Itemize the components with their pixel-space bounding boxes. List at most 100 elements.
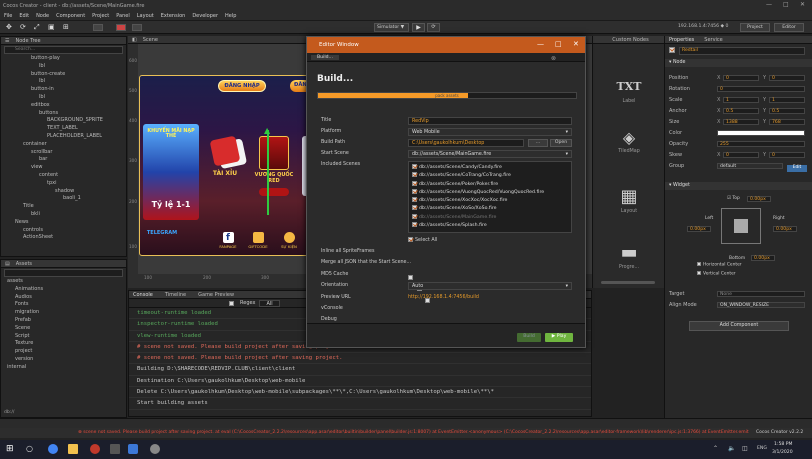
asset-item[interactable]: Script (1, 333, 126, 341)
center-toggle[interactable] (132, 24, 142, 31)
minimize-button[interactable]: — (766, 1, 772, 8)
scene-entry[interactable]: db://assets/Scene/MainGame.fire (412, 213, 568, 222)
fanpage-button[interactable]: f FANPAGE (218, 232, 238, 249)
menu-edit[interactable]: Edit (19, 13, 29, 19)
tree-node[interactable]: lbl (1, 63, 126, 71)
asset-item[interactable]: assets (1, 278, 126, 286)
menu-node[interactable]: Node (36, 13, 49, 19)
gizmo-arrow-icon[interactable]: ▲ (264, 126, 270, 135)
play-icon[interactable]: ▶ (412, 23, 425, 32)
tree-node[interactable]: shadow (1, 188, 126, 196)
assets-search-input[interactable] (4, 269, 123, 277)
play-button[interactable]: ▶ Play (545, 333, 573, 342)
level-select[interactable]: All (259, 299, 280, 307)
library-item-label[interactable]: TXT Label (599, 80, 659, 104)
scene-checkbox[interactable] (412, 222, 417, 228)
prop-field-y[interactable]: 768 (769, 119, 805, 125)
prop-field[interactable] (717, 130, 805, 136)
rect-tool-icon[interactable]: ▣ (48, 23, 55, 31)
node-search-input[interactable]: Search... (4, 46, 123, 54)
asset-item[interactable]: project (1, 348, 126, 356)
editor-button[interactable]: Editor (774, 23, 804, 32)
scene-checkbox[interactable] (412, 197, 417, 203)
menu-file[interactable]: File (4, 13, 12, 19)
prop-field-y[interactable]: 1 (769, 97, 805, 103)
scene-entry[interactable]: db://assets/Scene/VuongQuocRed/VuongQuoc… (412, 188, 568, 197)
search-icon[interactable]: ○ (26, 444, 33, 453)
tab-timeline[interactable]: Timeline (165, 292, 186, 298)
orientation-select[interactable]: Auto ▾ (408, 282, 572, 290)
prop-field-x[interactable]: 1 (723, 97, 759, 103)
prop-field-x[interactable]: 0 (723, 152, 759, 158)
file-explorer-icon[interactable] (68, 444, 78, 454)
tree-node[interactable]: lbl (1, 78, 126, 86)
widget-top-field[interactable]: 0.00px (747, 196, 771, 202)
widget-bottom-field[interactable]: 0.00px (751, 255, 775, 261)
align-mode-select[interactable]: ON_WINDOW_RESIZE (717, 302, 805, 308)
cocos-icon[interactable] (150, 444, 160, 454)
h-center-row[interactable]: Horizontal Center (697, 262, 742, 268)
menu-help[interactable]: Help (225, 13, 236, 19)
library-item-tiledmap[interactable]: ◈ TiledMap (599, 128, 659, 154)
scene-checkbox[interactable] (412, 213, 417, 219)
v-center-row[interactable]: Vertical Center (697, 271, 736, 277)
terminal-icon[interactable] (110, 444, 120, 454)
platform-select[interactable]: Web Mobile ▾ (408, 128, 572, 136)
scene-checkbox[interactable] (412, 205, 417, 211)
game-canvas[interactable]: ĐĂNG NHẬP ĐĂN KHUYẾN MÃI NẠP THẺ Tỷ lệ 1… (139, 75, 320, 256)
tree-node[interactable]: button-play (1, 55, 126, 63)
inline-checkbox[interactable] (408, 275, 413, 280)
scene-entry[interactable]: db://assets/Scene/XoSo/XoSo.fire (412, 205, 568, 213)
menu-project[interactable]: Project (92, 13, 109, 19)
asset-item[interactable]: Texture (1, 340, 126, 348)
menu-developer[interactable]: Developer (192, 13, 218, 19)
local-global-toggle[interactable] (93, 24, 103, 31)
tree-node[interactable]: PLACEHOLDER_LABEL (1, 133, 126, 141)
asset-item[interactable]: internal (1, 364, 126, 372)
regex-checkbox[interactable] (229, 300, 234, 306)
node-active-checkbox[interactable] (669, 47, 677, 54)
tree-node[interactable]: editbox (1, 102, 126, 110)
telegram-link[interactable]: TELEGRAM (140, 226, 184, 240)
scene-checkbox[interactable] (412, 172, 417, 178)
tree-node[interactable]: view (1, 164, 126, 172)
browse-button[interactable]: ... (528, 139, 548, 147)
taixiu-game-icon[interactable]: TÀI XỈU (204, 134, 246, 194)
tree-node[interactable]: container (1, 141, 126, 149)
menu-panel[interactable]: Panel (116, 13, 130, 19)
tree-node[interactable]: BACKGROUND_SPRITE (1, 117, 126, 125)
dialog-close-icon[interactable]: ✕ (573, 40, 579, 48)
dialog-minimize-icon[interactable]: — (537, 40, 544, 48)
menu-layout[interactable]: Layout (137, 13, 154, 19)
clock-time[interactable]: 1:58 PM (774, 442, 793, 447)
menu-component[interactable]: Component (56, 13, 85, 19)
network-icon[interactable]: ◫ (742, 445, 748, 452)
tree-node[interactable]: News (1, 219, 126, 227)
bounds-tool-icon[interactable]: ⊞ (63, 23, 69, 31)
scale-tool-icon[interactable]: ⤢ (34, 23, 40, 32)
rotate-tool-icon[interactable]: ⟳ (20, 23, 26, 31)
dialog-maximize-icon[interactable]: □ (555, 40, 562, 48)
library-item-progress[interactable]: ▬ Progre... (599, 242, 659, 270)
select-all-row[interactable]: Select All (408, 237, 437, 245)
scene-entry[interactable]: db://assets/Scene/Poker/Poker.fire (412, 180, 568, 189)
login-button[interactable]: ĐĂNG NHẬP (218, 80, 266, 92)
widget-left-field[interactable]: 0.00px (687, 226, 711, 232)
tray-chevron-icon[interactable]: ⌃ (713, 445, 718, 452)
simulator-select[interactable]: Simulator ▼ (374, 23, 409, 32)
build-button[interactable]: Build (517, 333, 541, 342)
tree-node[interactable]: button-create (1, 71, 126, 79)
scene-checkbox[interactable] (412, 180, 417, 186)
tree-node[interactable]: content (1, 172, 126, 180)
scene-entry[interactable]: db://assets/Scene/Candy/Candy.fire (412, 164, 568, 172)
asset-item[interactable]: migration (1, 309, 126, 317)
tree-node[interactable]: tpxi (1, 180, 126, 188)
close-button[interactable]: ✕ (800, 1, 805, 8)
language-indicator[interactable]: ENG (757, 446, 767, 451)
asset-item[interactable]: Prefab (1, 317, 126, 325)
build-path-field[interactable]: C:\Users\gaukolhkum\Desktop (408, 139, 524, 147)
promo-banner[interactable]: KHUYẾN MÃI NẠP THẺ Tỷ lệ 1-1 (143, 124, 199, 220)
tab-game-preview[interactable]: Game Preview (198, 292, 234, 298)
widget-right-field[interactable]: 0.00px (773, 226, 797, 232)
prop-field-x[interactable]: 1388 (723, 119, 759, 125)
